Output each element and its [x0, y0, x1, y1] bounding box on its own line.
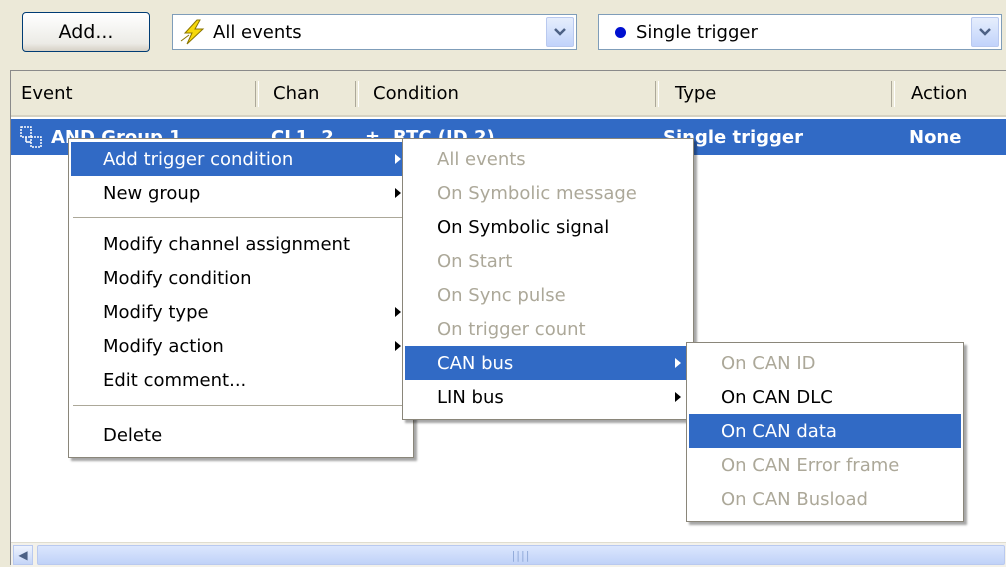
column-header-chan[interactable]: Chan [265, 71, 319, 115]
submenu-item-on-can-dlc[interactable]: On CAN DLC [689, 380, 961, 414]
scrollbar-thumb[interactable]: |||| [37, 545, 1005, 565]
menu-separator [73, 405, 409, 406]
context-menu: Add trigger condition New group Modify c… [68, 138, 414, 458]
chevron-right-icon [675, 392, 681, 402]
column-header-condition[interactable]: Condition [365, 71, 459, 115]
chevron-down-icon[interactable] [971, 17, 999, 47]
column-header-type[interactable]: Type [667, 71, 716, 115]
trigger-condition-submenu: All events On Symbolic message On Symbol… [402, 138, 694, 420]
horizontal-scrollbar[interactable]: ◀ |||| [11, 542, 1006, 567]
menu-item-edit-comment[interactable]: Edit comment... [71, 363, 411, 397]
scroll-left-icon[interactable]: ◀ [13, 545, 33, 565]
submenu-item-on-can-busload: On CAN Busload [721, 488, 868, 510]
submenu-item-on-symbolic-signal[interactable]: On Symbolic signal [405, 210, 691, 244]
event-filter-dropdown[interactable]: All events [172, 14, 577, 50]
submenu-item-on-symbolic-message: On Symbolic message [437, 182, 637, 204]
chevron-down-icon[interactable] [546, 17, 574, 47]
can-bus-submenu: On CAN ID On CAN DLC On CAN data On CAN … [686, 342, 964, 522]
menu-item-delete[interactable]: Delete [71, 418, 411, 452]
chevron-right-icon [675, 358, 681, 368]
menu-item-modify-channel-assignment[interactable]: Modify channel assignment [71, 227, 411, 261]
add-button[interactable]: Add... [22, 12, 150, 52]
scrollbar-grip: |||| [511, 548, 531, 562]
submenu-item-on-trigger-count: On trigger count [437, 318, 586, 340]
chevron-right-icon [395, 307, 401, 317]
submenu-item-lin-bus[interactable]: LIN bus [405, 380, 691, 414]
chevron-right-icon [395, 188, 401, 198]
menu-item-modify-action[interactable]: Modify action [71, 329, 411, 363]
trigger-mode-value: Single trigger [636, 21, 758, 43]
lightning-bolt-icon [180, 19, 205, 45]
toolbar: Add... All events Single trigger [0, 0, 1006, 70]
submenu-item-on-can-data[interactable]: On CAN data [689, 414, 961, 448]
and-group-icon [20, 126, 42, 148]
blue-dot-icon [615, 26, 626, 38]
menu-separator [73, 217, 409, 218]
event-filter-value: All events [213, 21, 302, 43]
chevron-right-icon [395, 341, 401, 351]
menu-item-modify-type[interactable]: Modify type [71, 295, 411, 329]
submenu-item-can-bus[interactable]: CAN bus [405, 346, 691, 380]
submenu-item-on-can-error-frame: On CAN Error frame [721, 454, 900, 476]
submenu-item-on-can-id: On CAN ID [721, 352, 816, 374]
menu-item-new-group[interactable]: New group [71, 176, 411, 210]
column-header-action[interactable]: Action [903, 71, 967, 115]
chevron-right-icon [395, 154, 401, 164]
submenu-item-on-start: On Start [437, 250, 513, 272]
column-header-event[interactable]: Event [13, 71, 73, 115]
row-action: None [909, 126, 962, 148]
trigger-mode-dropdown[interactable]: Single trigger [598, 14, 1002, 50]
menu-item-modify-condition[interactable]: Modify condition [71, 261, 411, 295]
submenu-item-on-sync-pulse: On Sync pulse [437, 284, 566, 306]
table-header: Event Chan Condition Type Action [11, 71, 1006, 117]
submenu-item-all-events: All events [437, 148, 526, 170]
menu-item-add-trigger-condition[interactable]: Add trigger condition [71, 142, 411, 176]
